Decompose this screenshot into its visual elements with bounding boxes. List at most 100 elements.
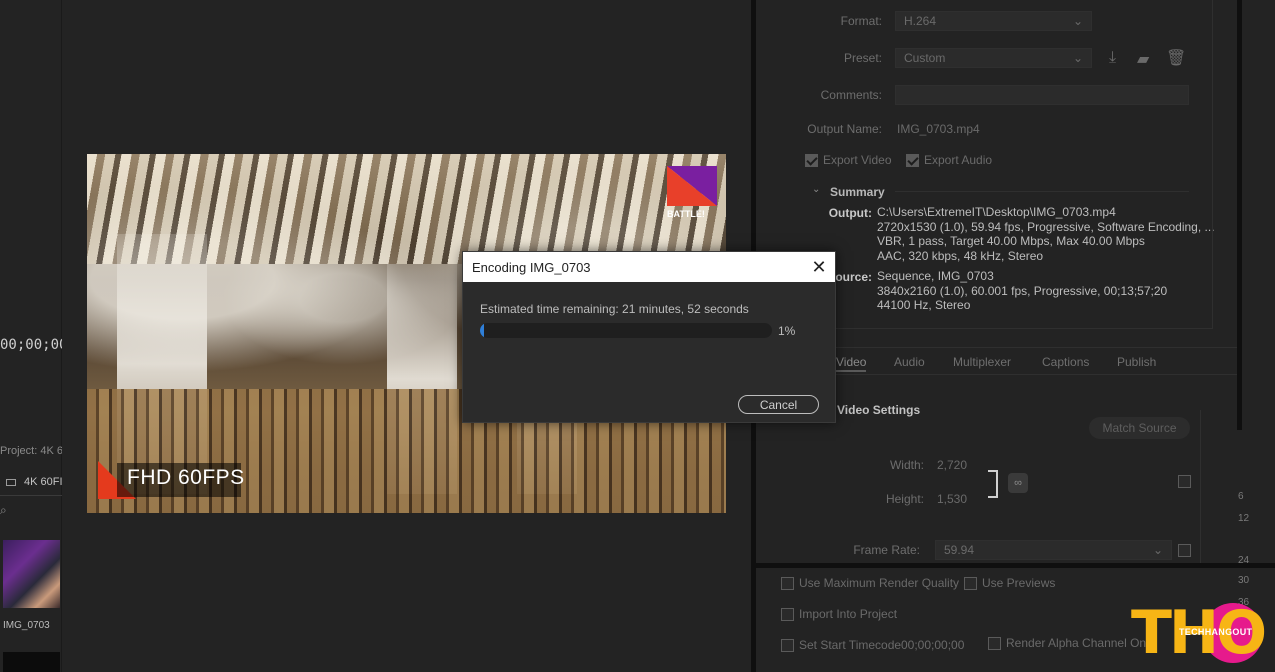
format-value: H.264: [904, 14, 937, 28]
summary-source-line: 3840x2160 (1.0), 60.001 fps, Progressive…: [877, 283, 1168, 298]
panel-divider[interactable]: [756, 563, 1275, 568]
progress-fill: [480, 323, 485, 338]
summary-output-line: C:\Users\ExtremeIT\Desktop\IMG_0703.mp4: [877, 205, 1116, 219]
checkbox-icon: [781, 607, 794, 621]
chevron-down-icon: ⌄: [1072, 14, 1083, 28]
import-into-project-checkbox[interactable]: Import Into Project: [781, 607, 897, 621]
summary-box-border: [800, 328, 1213, 329]
use-previews-checkbox[interactable]: Use Previews: [964, 576, 1055, 590]
clip-thumbnail-2[interactable]: [3, 652, 60, 672]
width-label: Width:: [889, 458, 924, 472]
estimated-time-text: Estimated time remaining: 21 minutes, 52…: [480, 302, 749, 316]
logo-brand-text: TECHHANGOUT: [1179, 627, 1253, 637]
constrain-bracket-icon: [988, 470, 998, 498]
video-settings-heading: Video Settings: [837, 403, 921, 417]
close-icon[interactable]: ✕: [804, 253, 834, 281]
format-select[interactable]: H.264 ⌄: [895, 11, 1092, 31]
checkbox-checked-icon: [805, 153, 818, 167]
match-source-button[interactable]: Match Source: [1089, 417, 1190, 439]
project-bin-item[interactable]: 4K 60FI: [6, 476, 63, 488]
link-icon[interactable]: ∞: [1008, 473, 1028, 493]
export-audio-checkbox[interactable]: Export Audio: [906, 153, 992, 167]
tab-audio[interactable]: Audio: [894, 355, 925, 369]
project-label: Project: 4K 60: [0, 445, 70, 457]
divider: [895, 191, 1189, 192]
frame-rate-select[interactable]: 59.94 ⌄: [935, 540, 1172, 560]
import-into-project-label: Import Into Project: [799, 607, 898, 621]
height-value[interactable]: 1,530: [937, 492, 967, 506]
comments-input[interactable]: [895, 85, 1189, 105]
frame-rate-label: Frame Rate:: [853, 543, 920, 557]
section-border: [1200, 410, 1201, 563]
checkbox-checked-icon: [906, 153, 919, 167]
fhd-badge-text: FHD 60FPS: [127, 466, 245, 489]
summary-heading: Summary: [830, 185, 885, 199]
checkbox-icon: [988, 636, 1001, 650]
export-video-label: Export Video: [823, 153, 892, 167]
summary-source-values: Sequence, IMG_0703 3840x2160 (1.0), 60.0…: [877, 269, 1167, 313]
height-label: Height:: [885, 492, 924, 506]
use-max-render-checkbox[interactable]: Use Maximum Render Quality: [781, 576, 959, 590]
width-value[interactable]: 2,720: [937, 458, 967, 472]
use-max-render-label: Use Maximum Render Quality: [799, 576, 960, 590]
import-preset-icon[interactable]: ▰: [1137, 49, 1149, 69]
techhangout-logo: THO TECHHANGOUT: [1131, 603, 1275, 672]
checkbox-icon: [781, 638, 794, 652]
project-item-label: 4K 60FI: [24, 476, 63, 488]
export-video-checkbox[interactable]: Export Video: [805, 153, 892, 167]
tab-multiplexer[interactable]: Multiplexer: [953, 355, 1011, 369]
dialog-titlebar[interactable]: Encoding IMG_0703: [463, 252, 835, 282]
summary-output-line: AAC, 320 kbps, 48 kHz, Stereo: [877, 248, 1044, 263]
tab-publish[interactable]: Publish: [1117, 355, 1156, 369]
render-alpha-checkbox[interactable]: Render Alpha Channel Only: [988, 636, 1155, 650]
encoding-dialog: Encoding IMG_0703 ✕ Estimated time remai…: [462, 251, 836, 423]
start-timecode-value[interactable]: 00;00;00;00: [901, 638, 964, 652]
cancel-button[interactable]: Cancel: [738, 395, 819, 414]
preset-label: Preset:: [843, 51, 882, 65]
export-audio-label: Export Audio: [924, 153, 993, 167]
dialog-title: Encoding IMG_0703: [472, 259, 591, 275]
set-start-timecode-checkbox[interactable]: Set Start Timecode: [781, 638, 901, 652]
summary-output-values: C:\Users\ExtremeIT\Desktop\IMG_0703.mp4 …: [877, 205, 1215, 263]
frame-rate-checkbox[interactable]: [1178, 544, 1191, 557]
meter-scale-label: 12: [1238, 513, 1250, 524]
summary-box-border: [1212, 0, 1213, 328]
checkbox-icon: [964, 576, 977, 590]
clip-thumbnail-label: IMG_0703: [3, 620, 50, 631]
tab-video[interactable]: Video: [836, 355, 866, 369]
active-tab-indicator: [836, 370, 866, 372]
summary-source-line: Sequence, IMG_0703: [877, 269, 994, 283]
set-start-timecode-label: Set Start Timecode: [799, 638, 902, 652]
comments-label: Comments:: [820, 88, 882, 102]
preset-value: Custom: [904, 51, 946, 65]
summary-output-line: VBR, 1 pass, Target 40.00 Mbps, Max 40.0…: [877, 234, 1145, 248]
summary-output-key: Output:: [828, 206, 872, 220]
save-preset-icon[interactable]: ⤓: [1109, 49, 1116, 67]
folder-icon: [6, 478, 16, 486]
output-name-label: Output Name:: [807, 122, 882, 136]
format-label: Format:: [840, 14, 882, 28]
use-previews-label: Use Previews: [982, 576, 1056, 590]
clip-thumbnail[interactable]: [3, 540, 60, 608]
chevron-down-icon: ⌄: [1072, 51, 1083, 65]
chevron-down-icon[interactable]: ⌄: [812, 184, 820, 195]
meter-scale-label: 24: [1238, 555, 1250, 566]
preset-select[interactable]: Custom ⌄: [895, 48, 1092, 68]
search-icon[interactable]: ⌕: [0, 503, 7, 518]
summary-source-line: 44100 Hz, Stereo: [877, 298, 971, 312]
summary-output-line: 2720x1530 (1.0), 59.94 fps, Progressive,…: [877, 219, 1215, 234]
chevron-down-icon: ⌄: [1152, 543, 1163, 557]
encoding-progress-bar: [480, 323, 772, 338]
width-height-checkbox[interactable]: [1178, 475, 1191, 488]
channel-logo-text: BATTLE!: [667, 209, 705, 219]
output-name-link[interactable]: IMG_0703.mp4: [897, 122, 980, 136]
delete-preset-icon[interactable]: 🗑: [1166, 48, 1186, 68]
progress-percent: 1%: [778, 324, 796, 338]
panel-divider[interactable]: [1237, 0, 1242, 430]
frame-rate-value: 59.94: [944, 543, 975, 557]
meter-scale-label: 30: [1238, 575, 1250, 586]
channel-logo-icon: [667, 166, 717, 206]
checkbox-icon: [781, 576, 794, 590]
tab-captions[interactable]: Captions: [1042, 355, 1089, 369]
divider: [0, 495, 62, 496]
